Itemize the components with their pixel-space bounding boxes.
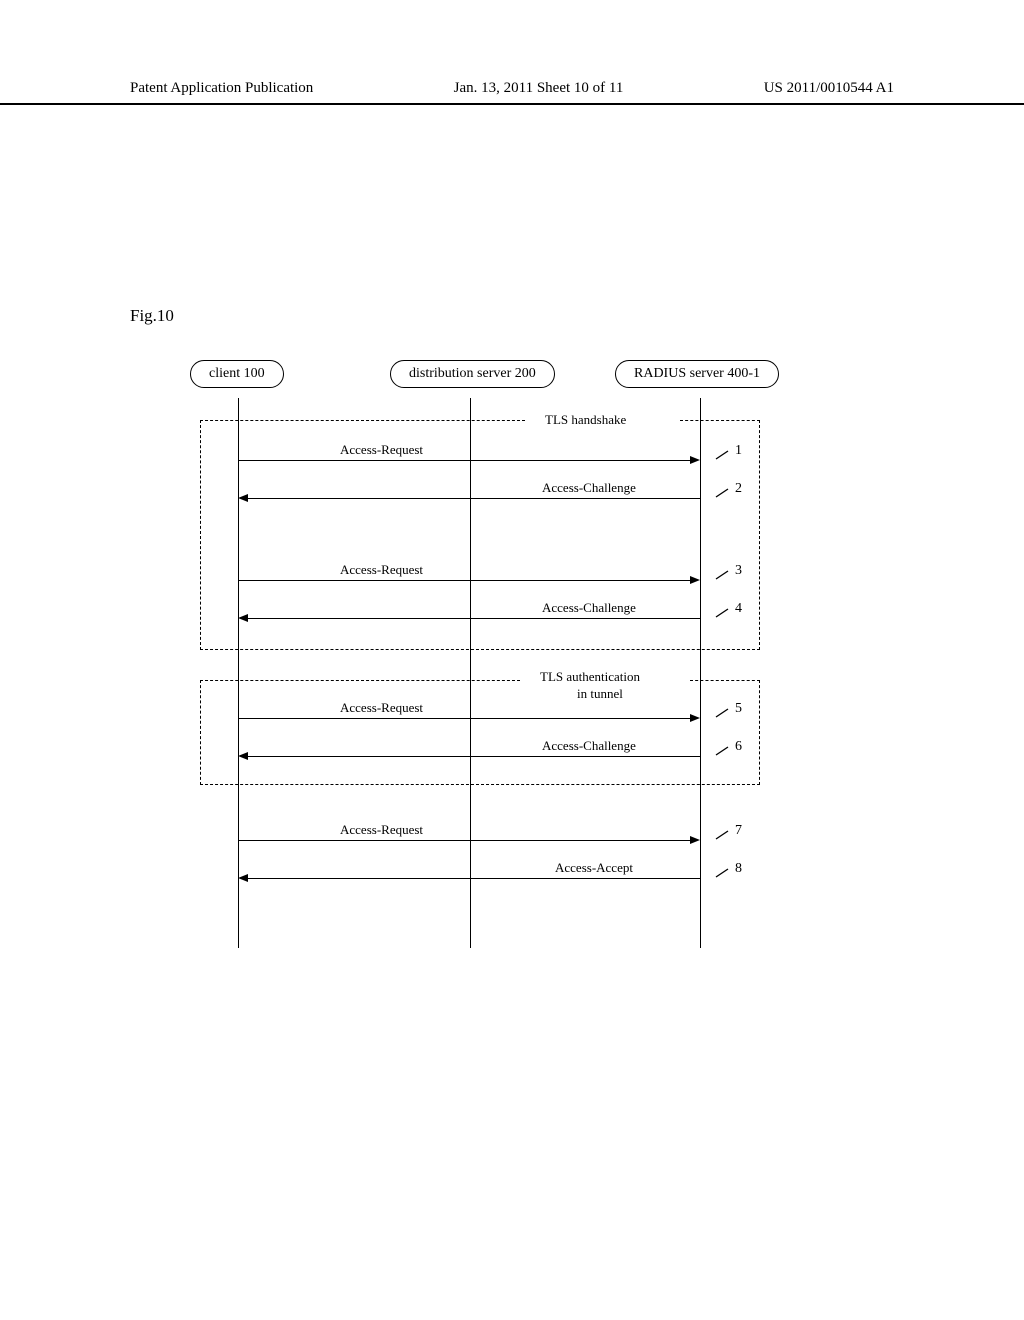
- step-slash-2: [714, 487, 730, 499]
- phase-label-auth2: in tunnel: [577, 686, 623, 702]
- phase-box-auth-top-left: [200, 680, 520, 681]
- step-slash-4: [714, 607, 730, 619]
- arrow-2: [248, 498, 700, 499]
- arrow-5: [238, 718, 690, 719]
- phase-label-auth: TLS authentication: [540, 669, 640, 685]
- header-right: US 2011/0010544 A1: [764, 80, 894, 97]
- msg-label-7: Access-Request: [340, 822, 423, 928]
- step-num-2: 2: [735, 481, 742, 497]
- participant-client: client 100: [190, 360, 284, 388]
- header-left: Patent Application Publication: [130, 80, 313, 97]
- step-num-7: 7: [735, 823, 742, 839]
- arrow-1: [238, 460, 690, 461]
- phase-box-auth-top-right: [690, 680, 760, 681]
- figure-label: Fig.10: [130, 306, 174, 326]
- participant-distribution-server: distribution server 200: [390, 360, 555, 388]
- header-center: Jan. 13, 2011 Sheet 10 of 11: [454, 80, 624, 97]
- step-num-8: 8: [735, 861, 742, 877]
- arrow-head-3: [690, 576, 700, 584]
- step-slash-6: [714, 745, 730, 757]
- msg-label-8: Access-Accept: [555, 860, 633, 928]
- participant-radius-server: RADIUS server 400-1: [615, 360, 779, 388]
- dash-segment: [470, 515, 471, 555]
- step-slash-1: [714, 449, 730, 461]
- page-header: Patent Application Publication Jan. 13, …: [0, 80, 1024, 105]
- step-slash-7: [714, 829, 730, 841]
- arrow-head-5: [690, 714, 700, 722]
- step-slash-5: [714, 707, 730, 719]
- sequence-diagram: client 100 distribution server 200 RADIU…: [170, 360, 870, 930]
- arrow-head-8: [238, 874, 248, 882]
- arrow-head-7: [690, 836, 700, 844]
- phase-box-auth: [200, 680, 760, 785]
- phase-box-handshake-top-right: [680, 420, 760, 421]
- arrow-4: [248, 618, 700, 619]
- arrow-6: [248, 756, 700, 757]
- step-num-5: 5: [735, 701, 742, 717]
- arrow-head-6: [238, 752, 248, 760]
- phase-box-handshake: [200, 420, 760, 650]
- step-slash-8: [714, 867, 730, 879]
- arrow-3: [238, 580, 690, 581]
- step-num-4: 4: [735, 601, 742, 617]
- step-num-6: 6: [735, 739, 742, 755]
- arrow-head-4: [238, 614, 248, 622]
- phase-box-handshake-top-left: [200, 420, 525, 421]
- arrow-7: [238, 840, 690, 841]
- arrow-head-1: [690, 456, 700, 464]
- step-slash-3: [714, 569, 730, 581]
- phase-label-handshake: TLS handshake: [545, 412, 626, 428]
- step-num-3: 3: [735, 563, 742, 579]
- arrow-8: [248, 878, 700, 879]
- arrow-head-2: [238, 494, 248, 502]
- step-num-1: 1: [735, 443, 742, 459]
